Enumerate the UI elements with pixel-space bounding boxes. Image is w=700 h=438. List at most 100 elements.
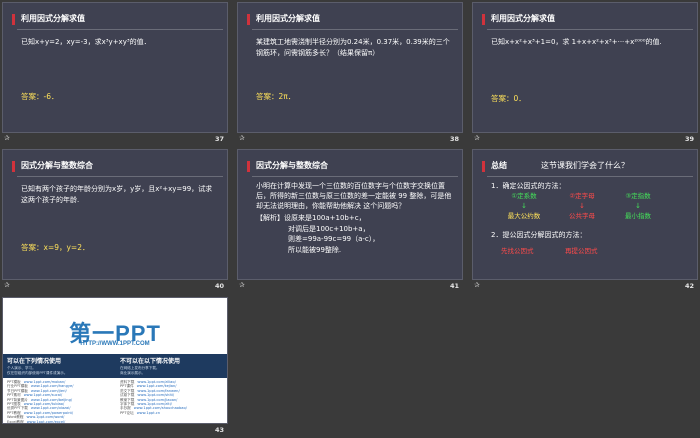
down-arrow-icon: ↓ [579, 202, 585, 210]
slide-transition-icon: ✰ [4, 134, 10, 142]
slide-subtitle: 这节课我们学会了什么？ [541, 161, 629, 170]
forbidden-note-2: 商业演示展示。 [120, 371, 146, 375]
slide-number: 39 [684, 135, 694, 143]
item-bottom: 公共字母 [569, 212, 595, 220]
slide-footer-42: ✰ 42 [472, 280, 698, 295]
slide-transition-icon: ✰ [239, 134, 245, 142]
slide-footer-37: ✰ 37 [2, 133, 228, 148]
slide-title: 利用因式分解求值 [491, 14, 555, 23]
usage-allowed-column: 可以在下列情况使用 个人演示、学习。 仅在您组织内部使用PPT课件或演示。 PP… [3, 354, 116, 423]
slide-number: 40 [214, 282, 224, 290]
method-b: 再提公因式 [565, 247, 598, 255]
title-accent-bar [482, 14, 485, 25]
slide-title: 利用因式分解求值 [256, 14, 320, 23]
slide-thumbnail-41[interactable]: 因式分解与整数综合 小明在计算中发现一个三位数的百位数字与个位数字交换位置后，所… [237, 149, 463, 280]
title-divider [17, 29, 223, 30]
method-item-1: ①定系数 ↓ 最大公约数 [499, 191, 549, 221]
title-divider [487, 176, 693, 177]
allowed-notes: 个人演示、学习。 仅在您组织内部使用PPT课件或演示。 [3, 366, 116, 378]
title-divider [17, 176, 223, 177]
slide-thumbnail-37[interactable]: 利用因式分解求值 已知x+y=2，xy=-3，求x³y+xy³的值． 答案：-6… [2, 2, 228, 133]
ppt-url: HTTP://WWW.1PPT.COM [80, 341, 150, 347]
slide-thumbnail-39[interactable]: 利用因式分解求值 已知x+x²+x³+1=0，求 1+x+x²+x³+···+x… [472, 2, 698, 133]
slide-question: 已知有两个孩子的年龄分别为x岁，y岁，且x²+xy=99，试求这两个孩子的年龄. [21, 185, 213, 204]
slide-thumbnail-42[interactable]: 总结 这节课我们学会了什么？ 1．确定公因式的方法： ①定系数 ↓ 最大公约数 … [472, 149, 698, 280]
slide-transition-icon: ✰ [474, 134, 480, 142]
solution-line-2: 对调后是100c+10b+a， [288, 224, 370, 233]
slide-question: 已知x+y=2，xy=-3，求x³y+xy³的值． [21, 38, 151, 46]
item-bottom: 最小指数 [625, 212, 651, 220]
slide-footer-43: 43 [2, 425, 228, 438]
slide-answer: 答案：0． [491, 94, 526, 103]
slide-transition-icon: ✰ [474, 281, 480, 289]
forbidden-links: 资料下载 www.1ppt.com/ziliao/PPT课件 www.1ppt.co… [116, 378, 227, 415]
title-accent-bar [247, 161, 250, 172]
item-top: ③定指数 [625, 192, 651, 200]
slide-transition-icon: ✰ [4, 281, 10, 289]
resource-url[interactable]: www.1ppt.com/kejian/ [137, 384, 177, 388]
usage-forbidden-column: 不可以在以下情况使用 在网络上发布分享下载。 商业演示展示。 资料下载 www.1… [116, 354, 227, 423]
slide-number: 38 [449, 135, 459, 143]
slide-footer-41: ✰ 41 [237, 280, 463, 295]
slide-footer-39: ✰ 39 [472, 133, 698, 148]
solution-line-1: 【解析】设原来是100a+10b+c， [256, 214, 366, 222]
resource-label: 试卷下载 [120, 393, 135, 398]
slide-thumbnail-38[interactable]: 利用因式分解求值 某建筑工地需浇制半径分别为0.24米，0.37米，0.39米的… [237, 2, 463, 133]
slide-number: 41 [449, 282, 459, 290]
down-arrow-icon: ↓ [635, 202, 641, 210]
resource-url[interactable]: www.1ppt.com/xiazai/ [31, 406, 71, 410]
title-divider [252, 176, 458, 177]
allowed-title: 可以在下列情况使用 [3, 354, 116, 366]
solution-line-4: 所以能被99整除. [288, 245, 342, 254]
slide-question: 某建筑工地需浇制半径分别为0.24米，0.37米，0.39米的三个钢筋环，问需钢… [256, 38, 450, 57]
resource-label: PPT论坛 [120, 410, 134, 415]
method-step-2: 2．提公因式分解因式的方法： [491, 231, 587, 239]
resource-url[interactable]: www.1ppt.com/shiti/ [137, 393, 174, 397]
slide-footer-40: ✰ 40 [2, 280, 228, 295]
slide-number: 37 [214, 135, 224, 143]
resource-url[interactable]: www.1ppt.com/shouchaobao/ [134, 406, 187, 410]
solution-block: 【解析】设原来是100a+10b+c， 对调后是100c+10b+a， 则差=9… [256, 213, 454, 255]
slide-thumbnail-40[interactable]: 因式分解与整数综合 已知有两个孩子的年龄分别为x岁，y岁，且x²+xy=99，试… [2, 149, 228, 280]
slide-thumbnail-43[interactable]: 第一PPT HTTP://WWW.1PPT.COM 可以在下列情况使用 个人演示… [2, 297, 228, 424]
forbidden-title: 不可以在以下情况使用 [116, 354, 227, 366]
title-accent-bar [12, 14, 15, 25]
slide-question: 小明在计算中发现一个三位数的百位数字与个位数字交换位置后，所得的新三位数与原三位… [256, 182, 452, 210]
resource-link-row[interactable]: Excel教程 www.1ppt.com/excel/ [3, 420, 116, 423]
method-a: 先找公因式 [501, 247, 534, 255]
allowed-links: PPT模板 www.1ppt.com/moban/行业PPT模板 www.1ppt.… [3, 378, 116, 423]
resource-label: PPT课件 [120, 384, 134, 389]
resource-url[interactable]: www.1ppt.com/sucai/ [24, 393, 62, 397]
resource-label: 优秀PPT下载 [7, 406, 28, 411]
method-item-3: ③定指数 ↓ 最小指数 [613, 191, 663, 221]
resource-label: Word教程 [7, 415, 24, 420]
title-accent-bar [247, 14, 250, 25]
slide-number: 42 [684, 282, 694, 290]
title-divider [252, 29, 458, 30]
resource-label: 手抄报 [120, 406, 131, 411]
slide-answer: 答案：x=9，y=2． [21, 243, 90, 252]
item-top: ②定字母 [569, 192, 595, 200]
solution-line-3: 则差=99a-99c=99（a-c）， [288, 235, 380, 243]
resource-url[interactable]: www.1ppt.cn [137, 411, 160, 415]
resource-url[interactable]: www.1ppt.com/hangye/ [31, 384, 74, 388]
slide-number: 43 [214, 426, 224, 434]
slide-title: 因式分解与整数综合 [21, 161, 93, 170]
resource-url[interactable]: www.1ppt.com/excel/ [27, 420, 66, 423]
resource-link-row[interactable]: PPT论坛 www.1ppt.cn [116, 410, 227, 415]
slide-question: 已知x+x²+x³+1=0，求 1+x+x²+x³+···+x²⁰⁰⁰的值. [491, 38, 662, 46]
allowed-note-2: 仅在您组织内部使用PPT课件或演示。 [7, 371, 68, 375]
down-arrow-icon: ↓ [521, 202, 527, 210]
resource-url[interactable]: www.1ppt.com/word/ [26, 415, 64, 419]
slide-title: 利用因式分解求值 [21, 14, 85, 23]
slide-title: 总结 [491, 161, 507, 170]
forbidden-notes: 在网络上发布分享下载。 商业演示展示。 [116, 366, 227, 378]
title-divider [487, 29, 693, 30]
slide-answer: 答案：2π． [256, 92, 296, 101]
slide-transition-icon: ✰ [239, 281, 245, 289]
slide-footer-38: ✰ 38 [237, 133, 463, 148]
method-item-2: ②定字母 ↓ 公共字母 [557, 191, 607, 221]
title-accent-bar [482, 161, 485, 172]
item-bottom: 最大公约数 [507, 212, 541, 220]
resource-label: 行业PPT模板 [7, 384, 28, 389]
